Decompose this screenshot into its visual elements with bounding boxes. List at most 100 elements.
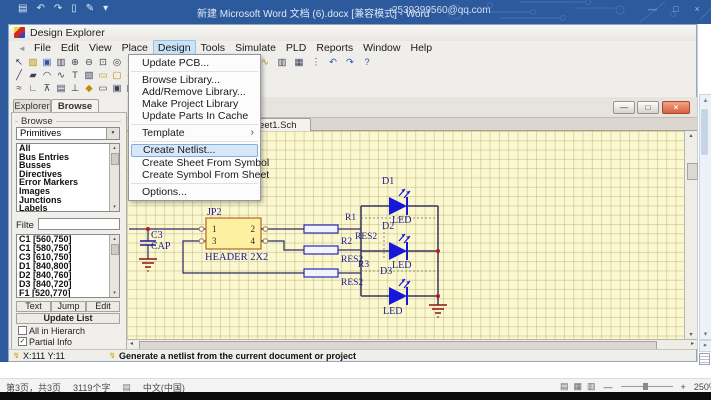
polygon-icon[interactable]: ▰ [27,70,39,82]
scroll-up-icon[interactable]: ▴ [110,145,119,151]
combo-dropdown-icon[interactable]: ▼ [106,128,119,139]
scroll-down-icon[interactable]: ▾ [700,330,711,338]
style-icon[interactable]: ✎ [86,3,94,14]
select-icon[interactable]: ↖ [13,57,25,69]
save-icon[interactable]: ▣ [41,57,53,69]
read-mode-icon[interactable]: ▤ [560,381,569,392]
bus-entry-icon[interactable]: ⊼ [41,83,53,95]
menu-item-template[interactable]: Template › [129,127,260,139]
zoom-level[interactable]: 250% [694,382,711,392]
pin-2[interactable] [263,227,268,232]
edit-button[interactable]: Edit [86,301,120,312]
menu-pld[interactable]: PLD [281,40,311,56]
jump-button[interactable]: Jump [51,301,86,312]
menu-item-options[interactable]: Options... [129,186,260,198]
power-port-icon[interactable]: ⊥ [69,83,81,95]
zoom-slider[interactable] [621,386,673,387]
word-scrollbar-thumb[interactable] [701,109,708,155]
text-button[interactable]: Text [16,301,51,312]
list-item[interactable]: F1 [520,770] [17,289,119,298]
menu-view[interactable]: View [84,40,117,56]
doc-minimize-button[interactable]: — [613,101,635,114]
zoom-out-icon[interactable]: — [604,382,613,392]
primitive-list[interactable]: C1 [560,750] C1 [580,750] C3 [610,750] D… [16,234,120,298]
wire-icon[interactable]: ≈ [13,83,25,95]
jp2-ref-label[interactable]: JP2 [207,207,221,218]
menu-item-add-remove-library[interactable]: Add/Remove Library... [129,86,260,98]
res2-label-1[interactable]: RES2 [355,232,377,242]
connector-jp2[interactable] [199,218,268,249]
schematic-vertical-scrollbar[interactable]: ▴ ▾ [684,131,697,339]
redo-icon[interactable]: ↷ [344,57,356,69]
scroll-right-icon[interactable]: ▸ [691,340,694,349]
text-icon[interactable]: T [69,70,81,82]
menu-item-browse-library[interactable]: Browse Library... [129,74,260,86]
minimize-icon[interactable]: — [648,4,657,14]
category-list-scrollbar[interactable]: ▴ ▾ [109,144,119,211]
annotate-icon[interactable]: ⋮ [310,57,322,69]
led2-label[interactable]: LED [392,260,411,271]
arc-icon[interactable]: ◠ [41,70,53,82]
pin-1[interactable] [199,227,204,232]
print-layout-icon[interactable]: ▦ [574,381,583,392]
undo-icon[interactable]: ↶ [36,3,44,14]
led1-label[interactable]: LED [392,215,411,226]
resistor-r3[interactable] [304,269,338,277]
scrollbar-thumb[interactable] [687,163,698,180]
menu-edit[interactable]: Edit [56,40,84,56]
zoom-out-icon[interactable]: ⊖ [83,57,95,69]
menu-item-update-pcb[interactable]: Update PCB... [129,57,260,69]
rectangle-icon[interactable]: ▭ [97,70,109,82]
close-icon[interactable]: × [694,4,699,14]
r3-label[interactable]: R3 [358,260,369,270]
part-icon[interactable]: ▤ [55,83,67,95]
scroll-up-icon[interactable]: ▴ [700,96,711,104]
image-icon[interactable]: ▧ [83,70,95,82]
junction-icon[interactable]: ◆ [83,83,95,95]
menu-item-make-project-library[interactable]: Make Project Library [129,98,260,110]
scrollbar-thumb[interactable] [111,153,119,165]
bus-icon[interactable]: ∟ [27,83,39,95]
menu-item-create-symbol-from-sheet[interactable]: Create Symbol From Sheet [129,169,260,181]
category-list[interactable]: All Bus Entries Busses Directives Error … [16,143,120,212]
web-layout-icon[interactable]: ▥ [587,381,596,392]
sheet-entry-icon[interactable]: ▣ [111,83,123,95]
menu-help[interactable]: Help [405,40,437,56]
r2-label[interactable]: R2 [341,237,352,247]
scroll-up-icon[interactable]: ▴ [110,236,119,242]
design-explorer-titlebar[interactable]: Design Explorer [9,25,696,41]
open-icon[interactable]: ▨ [27,57,39,69]
resistors[interactable] [304,225,338,277]
led-d1[interactable] [389,189,410,215]
library-list-icon[interactable]: ▦ [293,57,305,69]
scroll-down-icon[interactable]: ▾ [685,331,697,338]
resistor-r1[interactable] [304,225,338,233]
menu-window[interactable]: Window [358,40,405,56]
led-d2[interactable] [389,234,410,260]
print-icon[interactable]: ▥ [55,57,67,69]
doc-restore-button[interactable]: □ [637,101,659,114]
menu-item-create-netlist[interactable]: Create Netlist... [131,144,258,157]
line-icon[interactable]: ╱ [13,70,25,82]
wave-icon[interactable]: ∿ [55,70,67,82]
tab-browse-sch[interactable]: Browse Sch [51,99,99,112]
zoom-in-icon[interactable]: ⊕ [69,57,81,69]
rounded-rectangle-icon[interactable]: ▢ [111,70,123,82]
c3-ref-label[interactable]: C3 [151,230,163,241]
scroll-right-icon[interactable]: ▸ [699,340,711,352]
update-list-button[interactable]: Update List [16,313,120,324]
all-in-hierarchy-checkbox[interactable] [18,326,27,335]
pin-4[interactable] [263,239,268,244]
document-icon[interactable]: ▯ [71,3,77,14]
save-icon[interactable]: ▤ [18,3,27,14]
word-vertical-scrollbar[interactable]: ▴ ▾ [699,94,711,340]
primitive-list-scrollbar[interactable]: ▴ ▾ [109,235,119,297]
menu-reports[interactable]: Reports [311,40,358,56]
jp2-type-label[interactable]: HEADER 2X2 [205,252,268,263]
maximize-icon[interactable]: □ [673,4,678,14]
zoom-slider-handle[interactable] [643,383,648,390]
library-icon[interactable]: ▥ [276,57,288,69]
redo-icon[interactable]: ↷ [54,3,62,14]
led-d3[interactable] [389,279,410,305]
zoom-window-icon[interactable]: ⊡ [97,57,109,69]
